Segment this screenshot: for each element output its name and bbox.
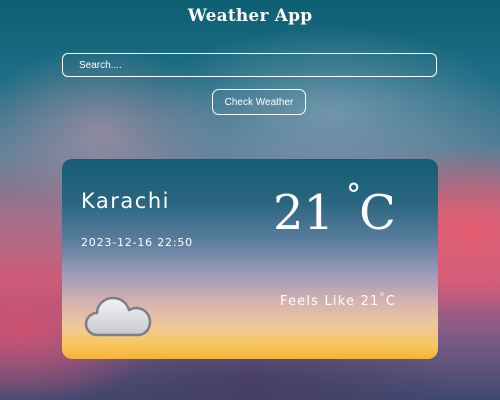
feels-like-label: Feels Like [280, 294, 356, 309]
temperature-value: 21 [273, 185, 335, 241]
feels-like-degree-symbol: ° [379, 292, 386, 303]
city-name: Karachi [81, 189, 170, 213]
feels-like-value: 21 [360, 294, 380, 309]
feels-like: Feels Like 21°C [280, 292, 396, 309]
temperature-unit: C [359, 185, 396, 241]
degree-symbol: ° [346, 178, 362, 213]
weather-app-page: { "app": { "title": "Weather App" }, "se… [0, 0, 500, 400]
check-weather-button[interactable]: Check Weather [212, 89, 306, 115]
weather-card: Karachi 2023-12-16 22:50 21 °C Feels Like… [62, 159, 438, 359]
cloud-icon [84, 296, 152, 337]
date-time: 2023-12-16 22:50 [81, 236, 193, 249]
app-title: Weather App [187, 6, 313, 26]
temperature-display: 21 °C [273, 178, 396, 243]
search-input[interactable] [62, 53, 437, 77]
feels-like-unit: C [385, 294, 396, 309]
